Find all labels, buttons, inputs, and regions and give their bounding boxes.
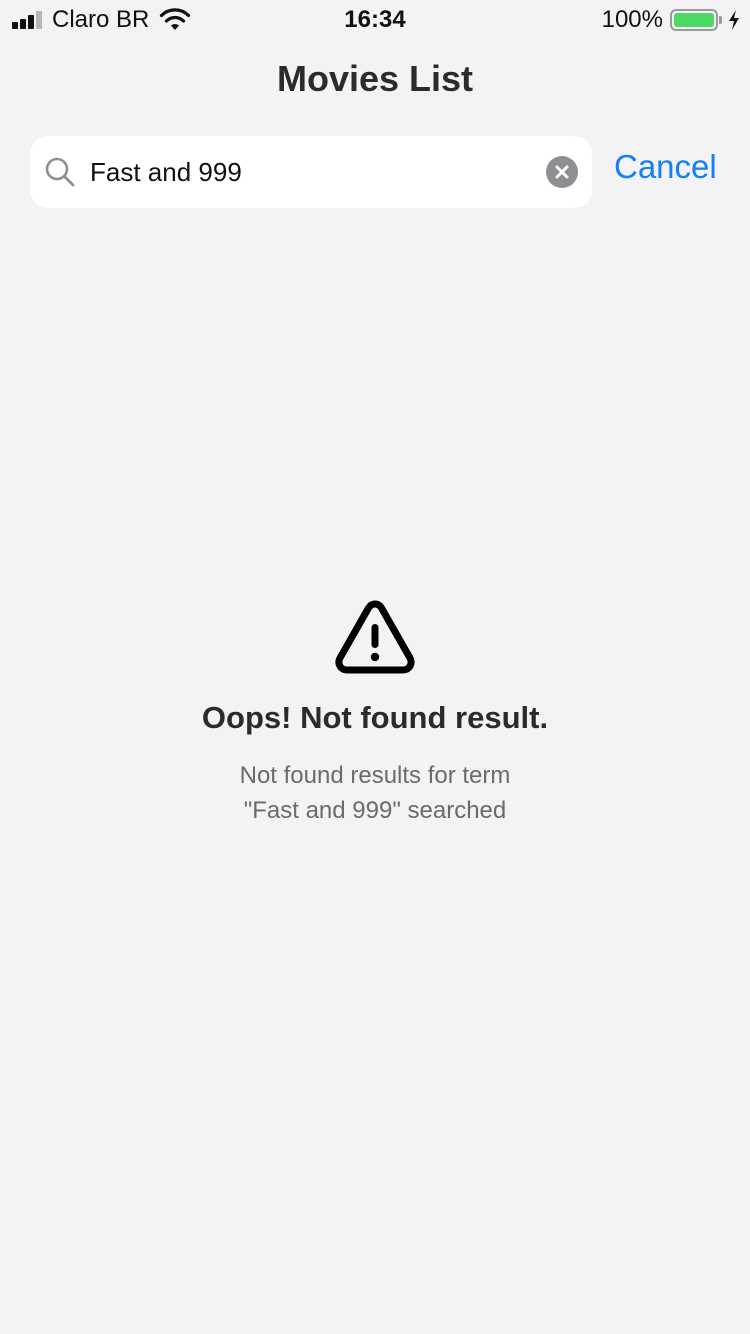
charging-bolt-icon [729,10,739,30]
empty-state-title: Oops! Not found result. [201,700,549,735]
empty-state-message-line1: Not found results for term [239,762,511,789]
page-title: Movies List [276,58,474,99]
warning-icon [335,600,415,674]
battery-level [674,13,714,27]
clear-search-button[interactable] [546,156,578,188]
battery-icon [670,9,718,31]
search-bar[interactable] [30,136,592,208]
search-icon [45,157,75,187]
clear-circle-icon [555,165,569,179]
empty-state: Oops! Not found result. Not found result… [0,596,750,828]
battery-percentage: 100% [601,6,663,33]
search-input[interactable] [90,136,530,208]
empty-state-message-line2: "Fast and 999" searched [243,797,507,824]
battery-cap [719,16,722,24]
cancel-button[interactable]: Cancel [614,148,717,186]
status-bar: Claro BR 16:34 100% [0,0,750,40]
empty-state-message: Not found results for term "Fast and 999… [0,758,750,828]
